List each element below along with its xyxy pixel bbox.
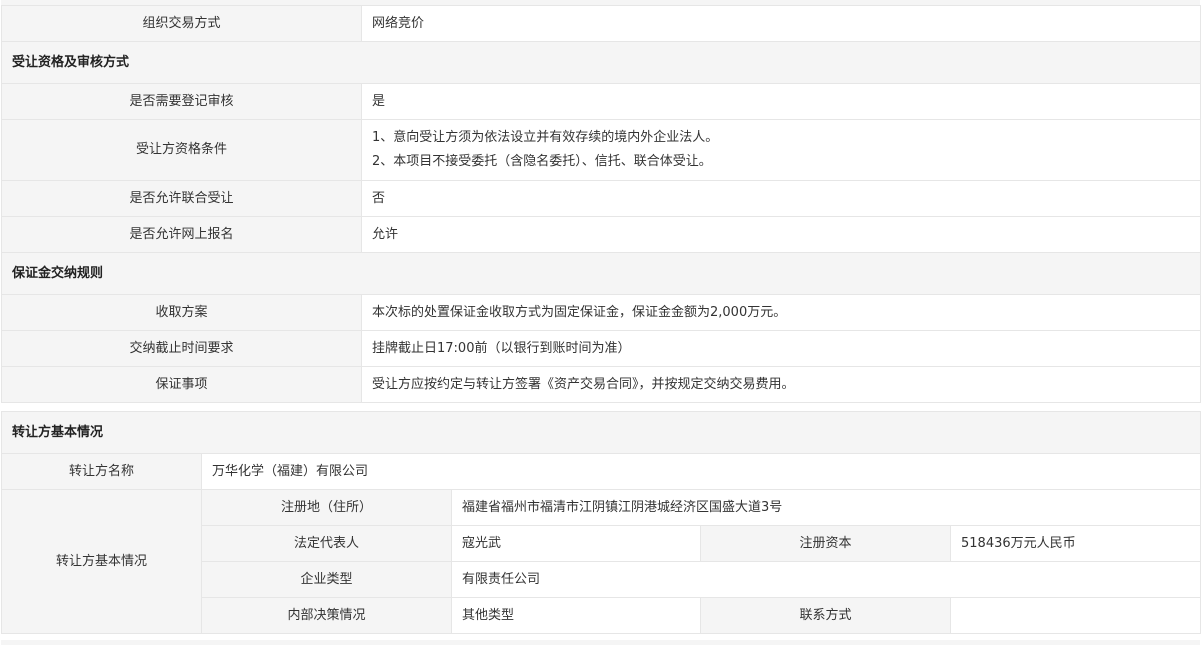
qualification-condition-1: 1、意向受让方须为依法设立并有效存续的境内外企业法人。 (372, 130, 719, 145)
transferor-name-label: 转让方名称 (1, 453, 202, 490)
table-row: 是否需要登记审核 是 (1, 83, 1201, 120)
qualification-condition-2: 2、本项目不接受委托（含隐名委托）、信托、联合体受让。 (372, 154, 712, 169)
guarantee-items-label: 保证事项 (1, 366, 362, 403)
table-row: 转让方基本情况 注册地（住所） 福建省福州市福清市江阴镇江阴港城经济区国盛大道3… (1, 489, 1201, 634)
qualification-section-header: 受让资格及审核方式 (1, 41, 1201, 84)
table-row: 保证事项 受让方应按约定与转让方签署《资产交易合同》，并按规定交纳交易费用。 (1, 366, 1201, 403)
registration-review-label: 是否需要登记审核 (1, 83, 362, 120)
contact-value (949, 597, 1201, 634)
internal-decision-label: 内部决策情况 (201, 597, 452, 634)
table-row: 是否允许网上报名 允许 (1, 216, 1201, 253)
table-row: 交纳截止时间要求 挂牌截止日17:00前（以银行到账时间为准） (1, 330, 1201, 367)
transferor-basic-group-label: 转让方基本情况 (1, 489, 202, 634)
company-type-label: 企业类型 (201, 561, 452, 598)
payment-deadline-value: 挂牌截止日17:00前（以银行到账时间为准） (361, 330, 1201, 367)
table-row: 转让方名称 万华化学（福建）有限公司 (1, 453, 1201, 490)
payment-deadline-label: 交纳截止时间要求 (1, 330, 362, 367)
table-row: 收取方案 本次标的处置保证金收取方式为固定保证金，保证金金额为2,000万元。 (1, 294, 1201, 331)
qualification-conditions-label: 受让方资格条件 (1, 119, 362, 181)
company-type-value: 有限责任公司 (450, 561, 1201, 598)
collection-plan-label: 收取方案 (1, 294, 362, 331)
legal-representative-value: 寇光武 (451, 525, 701, 562)
registered-address-label: 注册地（住所） (201, 489, 452, 526)
online-registration-value: 允许 (361, 216, 1201, 253)
joint-transfer-value: 否 (361, 180, 1201, 217)
table-row: 是否允许联合受让 否 (1, 180, 1201, 217)
deposit-section-title: 保证金交纳规则 (1, 252, 1201, 295)
deposit-section-header: 保证金交纳规则 (1, 252, 1201, 295)
trade-info-table: 组织交易方式 网络竞价 受让资格及审核方式 是否需要登记审核 是 受让方资格条件… (1, 5, 1201, 403)
registered-capital-value: 518436万元人民币 (949, 525, 1201, 562)
transferor-section-title: 转让方基本情况 (0, 411, 1201, 454)
qualification-section-title: 受让资格及审核方式 (1, 41, 1201, 84)
transferor-name-value: 万华化学（福建）有限公司 (200, 453, 1201, 490)
contact-label: 联系方式 (700, 597, 951, 634)
trade-method-row: 组织交易方式 网络竞价 (1, 5, 1201, 42)
registered-address-value: 福建省福州市福清市江阴镇江阴港城经济区国盛大道3号 (450, 489, 1201, 526)
bottom-strip (1, 640, 1200, 645)
internal-decision-value: 其他类型 (451, 597, 701, 634)
trade-method-value: 网络竞价 (361, 5, 1201, 42)
guarantee-items-value: 受让方应按约定与转让方签署《资产交易合同》，并按规定交纳交易费用。 (361, 366, 1201, 403)
trade-method-label: 组织交易方式 (1, 5, 362, 42)
transferor-info-table: 转让方基本情况 转让方名称 万华化学（福建）有限公司 转让方基本情况 注册地（住… (0, 411, 1201, 634)
online-registration-label: 是否允许网上报名 (1, 216, 362, 253)
qualification-conditions-value: 1、意向受让方须为依法设立并有效存续的境内外企业法人。 2、本项目不接受委托（含… (361, 119, 1201, 181)
transferor-section-header: 转让方基本情况 (0, 411, 1201, 454)
legal-representative-label: 法定代表人 (201, 525, 452, 562)
table-row: 受让方资格条件 1、意向受让方须为依法设立并有效存续的境内外企业法人。 2、本项… (1, 119, 1201, 181)
registration-review-value: 是 (361, 83, 1201, 120)
collection-plan-value: 本次标的处置保证金收取方式为固定保证金，保证金金额为2,000万元。 (361, 294, 1201, 331)
joint-transfer-label: 是否允许联合受让 (1, 180, 362, 217)
registered-capital-label: 注册资本 (700, 525, 951, 562)
